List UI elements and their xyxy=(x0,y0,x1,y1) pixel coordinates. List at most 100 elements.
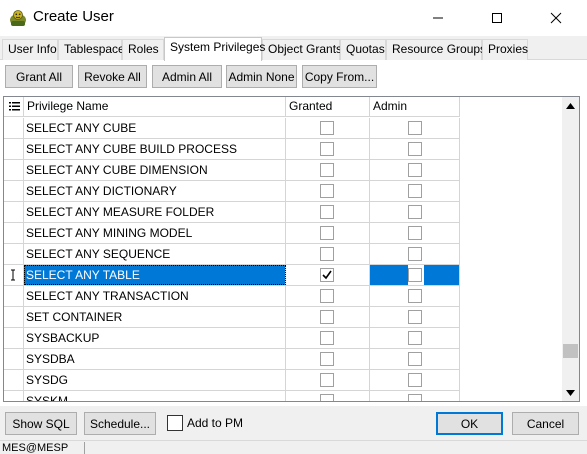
granted-checkbox[interactable] xyxy=(320,268,334,282)
vertical-scrollbar[interactable] xyxy=(562,97,579,401)
tab-system-privileges[interactable]: System Privileges xyxy=(164,37,265,61)
admin-checkbox[interactable] xyxy=(408,394,422,401)
status-divider xyxy=(84,442,85,454)
cancel-button[interactable]: Cancel xyxy=(512,412,579,435)
show-sql-button[interactable]: Show SQL xyxy=(5,412,77,435)
admin-checkbox[interactable] xyxy=(408,226,422,240)
admin-checkbox[interactable] xyxy=(408,247,422,261)
granted-checkbox[interactable] xyxy=(320,289,334,303)
admin-checkbox[interactable] xyxy=(408,310,422,324)
table-row[interactable]: SELECT ANY CUBE xyxy=(4,118,460,139)
admin-checkbox[interactable] xyxy=(408,163,422,177)
privilege-name-cell[interactable]: SELECT ANY CUBE DIMENSION xyxy=(24,160,286,180)
privilege-name-cell[interactable]: SELECT ANY TRANSACTION xyxy=(24,286,286,306)
table-row[interactable]: SELECT ANY MEASURE FOLDER xyxy=(4,202,460,223)
table-row[interactable]: SELECT ANY CUBE BUILD PROCESS xyxy=(4,139,460,160)
copy-from-button[interactable]: Copy From... xyxy=(302,65,377,88)
column-granted[interactable]: Granted xyxy=(286,97,370,117)
tab-proxies[interactable]: Proxies xyxy=(482,39,528,60)
revoke-all-button[interactable]: Revoke All xyxy=(78,65,147,88)
scroll-thumb[interactable] xyxy=(563,344,578,359)
privilege-name-cell[interactable]: SELECT ANY SEQUENCE xyxy=(24,244,286,264)
privilege-name-cell[interactable]: SYSDG xyxy=(24,370,286,390)
table-row[interactable]: SELECT ANY SEQUENCE xyxy=(4,244,460,265)
granted-checkbox[interactable] xyxy=(320,163,334,177)
admin-checkbox[interactable] xyxy=(408,184,422,198)
tab-user-info[interactable]: User Info xyxy=(2,39,58,60)
admin-cell xyxy=(370,139,460,159)
table-row[interactable]: SYSBACKUP xyxy=(4,328,460,349)
granted-checkbox[interactable] xyxy=(320,226,334,240)
admin-checkbox[interactable] xyxy=(408,352,422,366)
table-row[interactable]: SELECT ANY DICTIONARY xyxy=(4,181,460,202)
row-indicator xyxy=(4,265,24,285)
table-row[interactable]: SYSDBA xyxy=(4,349,460,370)
column-admin[interactable]: Admin xyxy=(370,97,460,117)
granted-checkbox[interactable] xyxy=(320,142,334,156)
table-row[interactable]: SYSDG xyxy=(4,370,460,391)
tab-roles[interactable]: Roles xyxy=(122,39,164,60)
granted-cell xyxy=(286,349,370,369)
tab-tablespace[interactable]: Tablespace xyxy=(58,39,125,60)
table-row[interactable]: SELECT ANY MINING MODEL xyxy=(4,223,460,244)
admin-none-button[interactable]: Admin None xyxy=(226,65,297,88)
granted-checkbox[interactable] xyxy=(320,247,334,261)
granted-checkbox[interactable] xyxy=(320,373,334,387)
minimize-icon xyxy=(433,17,443,19)
ok-button[interactable]: OK xyxy=(436,412,503,435)
privileges-grid[interactable]: Privilege Name Granted Admin SELECT ANY … xyxy=(3,96,580,402)
scroll-up-button[interactable] xyxy=(562,97,579,114)
granted-checkbox[interactable] xyxy=(320,310,334,324)
admin-cell xyxy=(370,328,460,348)
row-indicator xyxy=(4,328,24,348)
table-row[interactable]: SELECT ANY TABLE xyxy=(4,265,460,286)
grant-all-button[interactable]: Grant All xyxy=(5,65,73,88)
minimize-button[interactable] xyxy=(415,0,461,36)
admin-checkbox[interactable] xyxy=(408,373,422,387)
privilege-name-cell[interactable]: SYSKM xyxy=(24,391,286,401)
privilege-name-cell[interactable]: SELECT ANY CUBE xyxy=(24,118,286,138)
table-row[interactable]: SYSKM xyxy=(4,391,460,401)
schedule-button[interactable]: Schedule... xyxy=(84,412,156,435)
column-privilege-name[interactable]: Privilege Name xyxy=(24,97,286,117)
table-row[interactable]: SELECT ANY TRANSACTION xyxy=(4,286,460,307)
row-indicator xyxy=(4,223,24,243)
privilege-name-cell[interactable]: SYSBACKUP xyxy=(24,328,286,348)
row-indicator xyxy=(4,202,24,222)
privilege-name-cell[interactable]: SELECT ANY DICTIONARY xyxy=(24,181,286,201)
grid-rows: SELECT ANY CUBE SELECT ANY CUBE BUILD PRO… xyxy=(4,118,460,401)
maximize-button[interactable] xyxy=(474,0,520,36)
privilege-name-cell[interactable]: SYSDBA xyxy=(24,349,286,369)
privilege-name-cell[interactable]: SET CONTAINER xyxy=(24,307,286,327)
privilege-name-cell[interactable]: SELECT ANY MINING MODEL xyxy=(24,223,286,243)
table-row[interactable]: SELECT ANY CUBE DIMENSION xyxy=(4,160,460,181)
admin-checkbox[interactable] xyxy=(408,331,422,345)
granted-checkbox[interactable] xyxy=(320,331,334,345)
granted-checkbox[interactable] xyxy=(320,352,334,366)
scroll-down-button[interactable] xyxy=(562,384,579,401)
admin-checkbox[interactable] xyxy=(408,268,422,282)
tab-quotas[interactable]: Quotas xyxy=(340,39,386,60)
close-button[interactable] xyxy=(533,0,579,36)
granted-checkbox[interactable] xyxy=(320,184,334,198)
granted-checkbox[interactable] xyxy=(320,205,334,219)
granted-checkbox[interactable] xyxy=(320,394,334,401)
admin-checkbox[interactable] xyxy=(408,289,422,303)
row-indicator xyxy=(4,349,24,369)
admin-checkbox[interactable] xyxy=(408,205,422,219)
privilege-name-cell[interactable]: SELECT ANY TABLE xyxy=(24,265,286,285)
privilege-name-cell[interactable]: SELECT ANY MEASURE FOLDER xyxy=(24,202,286,222)
privilege-name-cell[interactable]: SELECT ANY CUBE BUILD PROCESS xyxy=(24,139,286,159)
column-chooser[interactable] xyxy=(4,97,24,117)
tab-resource-groups[interactable]: Resource Groups xyxy=(386,39,486,60)
admin-all-button[interactable]: Admin All xyxy=(152,65,222,88)
tab-object-grants[interactable]: Object Grants xyxy=(262,39,342,60)
admin-checkbox[interactable] xyxy=(408,142,422,156)
table-row[interactable]: SET CONTAINER xyxy=(4,307,460,328)
admin-checkbox[interactable] xyxy=(408,121,422,135)
granted-cell xyxy=(286,265,370,285)
add-to-pm-checkbox[interactable] xyxy=(167,415,183,431)
tab-strip: User Info Tablespace Roles System Privil… xyxy=(0,37,587,61)
granted-checkbox[interactable] xyxy=(320,121,334,135)
admin-cell xyxy=(370,370,460,390)
